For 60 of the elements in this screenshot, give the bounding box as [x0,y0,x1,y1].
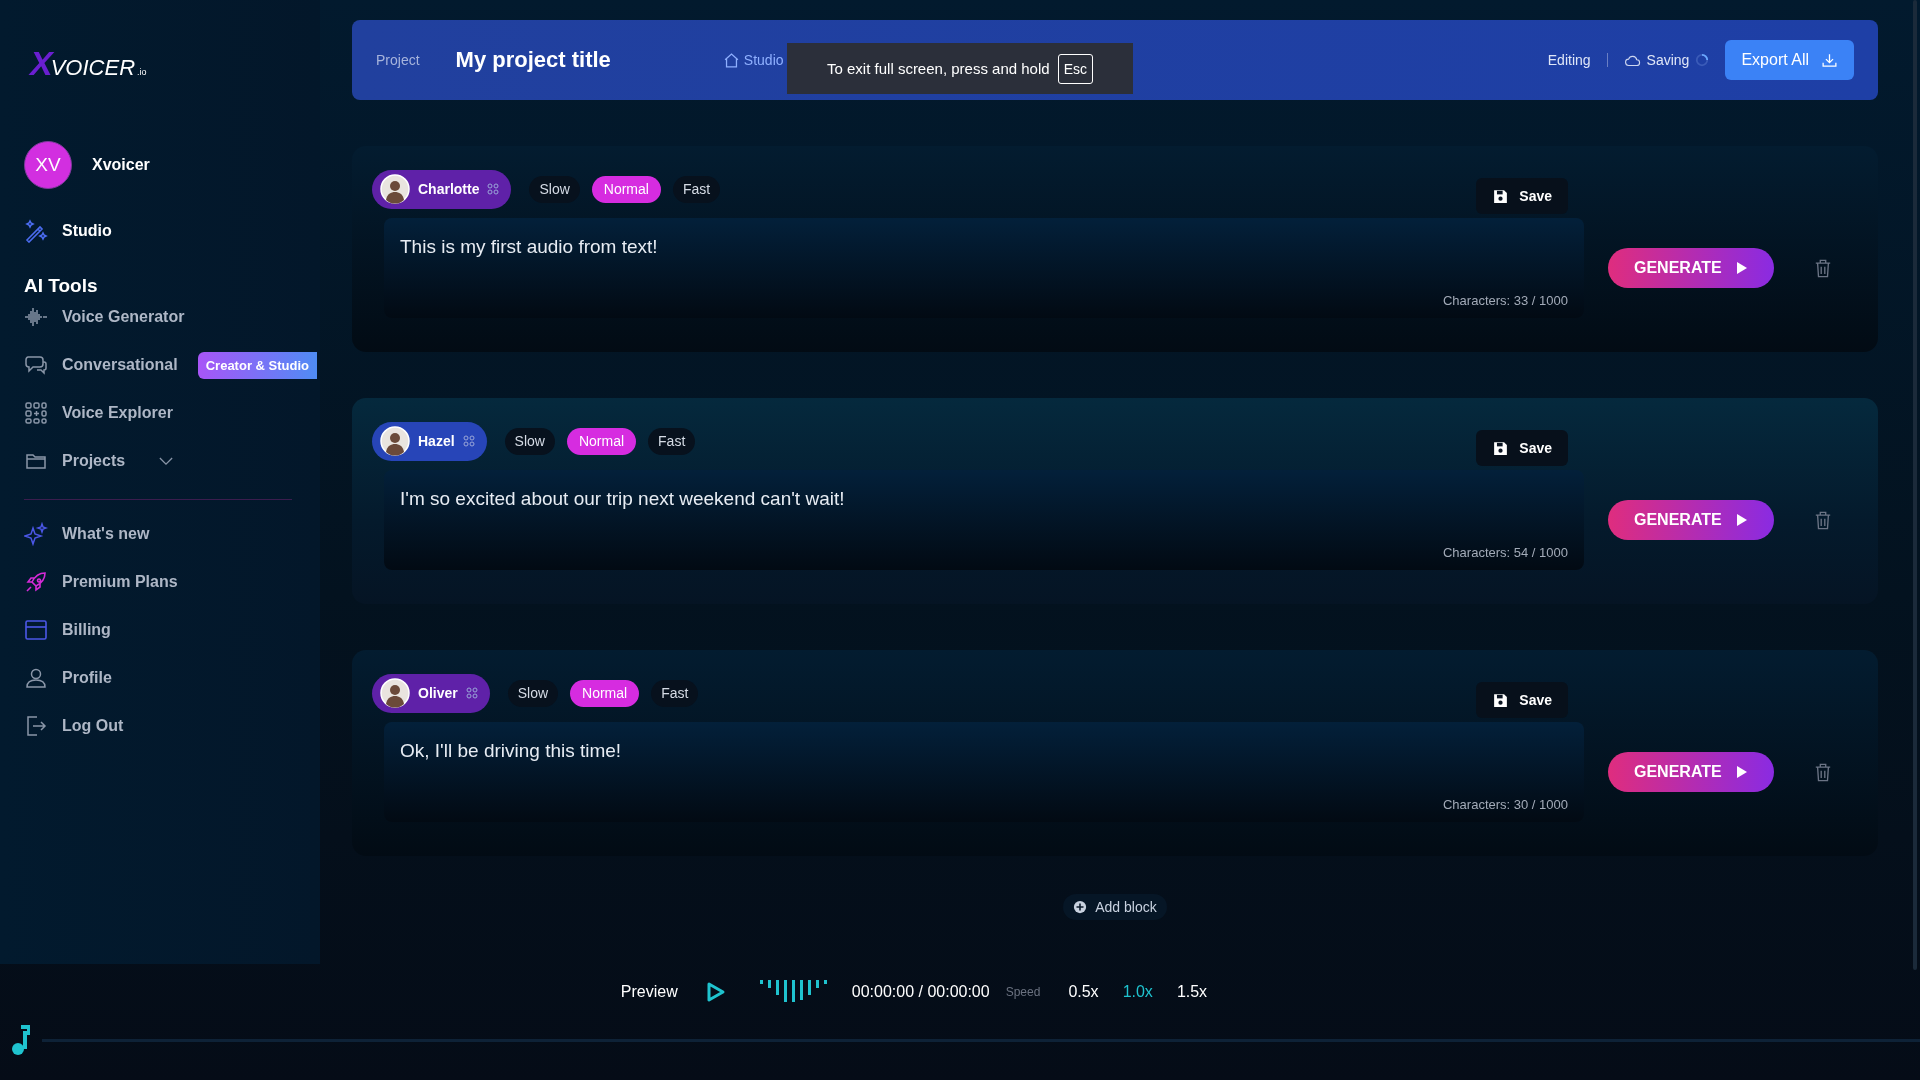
text-area[interactable]: This is my first audio from text! Characters: 33 / 1000 [384,218,1584,318]
nav-item[interactable]: Conversational [24,353,178,377]
speed-option[interactable]: Normal [570,679,640,707]
section-title: AI Tools [24,275,99,297]
project-title: My project title [455,47,611,73]
generate-button[interactable]: GENERATE [1608,248,1774,288]
generate-button[interactable]: GENERATE [1608,752,1774,792]
voice-chip[interactable]: Oliver [372,673,490,713]
status-text: Editing [1547,52,1591,68]
speed-label: Speed [1005,985,1041,999]
nav-item[interactable]: Log Out [24,714,124,738]
user-avatar: XV [24,141,72,189]
speed-option[interactable]: Slow [507,679,559,707]
speed-option[interactable]: Fast [672,175,721,203]
nav-item[interactable]: Profile [24,666,112,690]
save-button[interactable]: Save [1476,682,1568,718]
block-text: Ok, I'll be driving this time! [400,740,623,762]
text-area[interactable]: Ok, I'll be driving this time! Characters: 30 / 1000 [384,722,1584,822]
text-block[interactable]: Charlotte Slow Normal Fast Save This is my first audio from text! Characters: 33 / 1000 GENERATE [352,146,1878,352]
voice-chip[interactable]: Hazel [372,421,487,461]
character-count: Characters: 30 / 1000 [1442,797,1568,812]
block-text: I'm so excited about our trip next weekend can't wait! [400,488,846,510]
speed-option[interactable]: 1.0x [1110,983,1165,1001]
project-label: Project [376,52,420,68]
studio-link[interactable]: Studio [24,219,112,243]
save-button[interactable]: Save [1476,178,1568,214]
saving-text: Saving [1646,52,1690,68]
export-button[interactable]: Export All [1725,40,1854,80]
speed-option[interactable]: 1.5x [1164,983,1220,1001]
speed-option[interactable]: Slow [504,427,555,455]
text-area[interactable]: I'm so excited about our trip next weekend can't wait! Characters: 54 / 1000 [384,470,1584,570]
nav-item[interactable]: Premium Plans [24,570,178,594]
character-count: Characters: 33 / 1000 [1442,293,1568,308]
key-hint: Esc [1057,53,1093,84]
text-block[interactable]: Hazel Slow Normal Fast Save I'm so excited about our trip next weekend can't wait! Characters: 54 / 1000 GENERATE [352,398,1878,604]
nav-item[interactable]: What's new [24,522,150,546]
nav-item[interactable]: Voice Explorer [24,401,173,425]
playback-time: 00:00:00 / 00:00:00 [851,983,990,1001]
speed-option[interactable]: Fast [651,679,699,707]
speed-option[interactable]: Normal [566,427,637,455]
logo[interactable]: XVOICER.io [30,44,147,83]
notice-text: To exit full screen, press and hold [827,60,1050,77]
speed-option[interactable]: Slow [529,175,580,203]
block-text: This is my first audio from text! [400,236,659,258]
character-count: Characters: 54 / 1000 [1442,545,1568,560]
add-block-button[interactable]: Add block [1063,894,1167,920]
breadcrumb-link[interactable]: Studio [722,51,784,69]
nav-item[interactable]: Voice Generator [24,305,185,329]
speed-option[interactable]: Fast [648,427,696,455]
save-button[interactable]: Save [1476,430,1568,466]
nav-item[interactable]: Projects [24,449,174,473]
speed-option[interactable]: Normal [591,175,661,203]
preview-label: Preview [620,983,678,1001]
user-name: Xvoicer [92,156,150,174]
speed-option[interactable]: 0.5x [1056,983,1111,1001]
generate-button[interactable]: GENERATE [1608,500,1774,540]
text-block[interactable]: Oliver Slow Normal Fast Save Ok, I'll be driving this time! Characters: 30 / 1000 GENERATE [352,650,1878,856]
nav-item[interactable]: Billing [24,618,111,642]
plan-badge: Creator & Studio [197,351,317,379]
voice-chip[interactable]: Charlotte [372,169,512,209]
